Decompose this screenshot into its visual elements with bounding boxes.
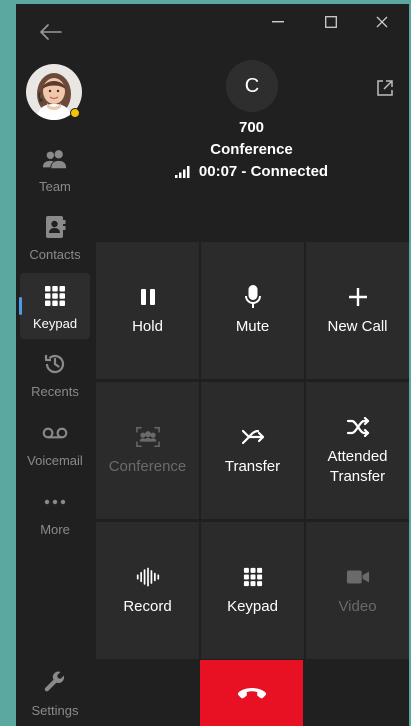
popout-button[interactable] (375, 78, 395, 98)
transfer-button[interactable]: Transfer (201, 382, 304, 519)
sidebar-item-contacts[interactable]: Contacts (16, 210, 94, 270)
video-icon (346, 565, 370, 589)
call-number: 700 (238, 119, 265, 136)
active-indicator (19, 297, 22, 315)
close-button[interactable] (369, 12, 395, 32)
attended-transfer-button[interactable]: Attended Transfer (306, 382, 409, 519)
sidebar-item-recents[interactable]: Recents (16, 347, 94, 407)
sidebar-item-settings[interactable]: Settings (16, 666, 94, 726)
attended-transfer-icon (346, 415, 370, 439)
mute-button[interactable]: Mute (201, 242, 304, 379)
sidebar-item-keypad[interactable]: Keypad (16, 273, 94, 339)
sidebar-item-label: Team (39, 179, 71, 194)
voicemail-icon (42, 420, 68, 446)
sidebar-item-team[interactable]: Team (16, 142, 94, 202)
record-button[interactable]: Record (96, 522, 199, 659)
sidebar-item-label: Recents (31, 384, 79, 399)
back-arrow-icon (40, 24, 62, 40)
keypad-icon (241, 565, 265, 589)
call-controls-grid: Hold Mute New Call Conference Transfer A… (96, 242, 409, 660)
microphone-icon (241, 284, 265, 309)
keypad-icon (42, 283, 68, 309)
call-status: 00:07 - Connected (94, 163, 409, 180)
contacts-icon (42, 214, 68, 240)
wrench-icon (42, 670, 68, 696)
presence-indicator (70, 108, 80, 118)
back-button[interactable] (36, 20, 66, 44)
sidebar-item-label: Contacts (29, 247, 81, 262)
conference-button[interactable]: Conference (96, 382, 199, 519)
sidebar: Team Contacts Keypad Recents Voicemail M… (16, 4, 94, 726)
team-icon (42, 146, 68, 172)
pause-icon (136, 285, 160, 309)
minimize-button[interactable] (265, 12, 291, 32)
close-icon (376, 16, 388, 28)
hang-up-icon (237, 688, 266, 699)
hang-up-button[interactable] (200, 660, 303, 726)
sidebar-item-label: More (40, 522, 70, 537)
record-icon (136, 565, 160, 589)
popout-icon (377, 80, 393, 96)
transfer-icon (241, 425, 265, 449)
softphone-window: Team Contacts Keypad Recents Voicemail M… (16, 4, 409, 726)
call-duration-status: 00:07 - Connected (198, 163, 329, 180)
sidebar-item-label: Voicemail (27, 453, 83, 468)
bottom-bar (94, 660, 409, 726)
conference-icon (135, 425, 160, 449)
minimize-icon (272, 21, 284, 23)
maximize-button[interactable] (318, 12, 344, 32)
keypad-button[interactable]: Keypad (201, 522, 304, 659)
sidebar-item-more[interactable]: More (16, 485, 94, 545)
sidebar-item-voicemail[interactable]: Voicemail (16, 416, 94, 476)
contact-initial: C (226, 60, 278, 112)
sidebar-item-label: Keypad (32, 316, 78, 331)
maximize-icon (325, 16, 337, 28)
hold-button[interactable]: Hold (96, 242, 199, 379)
more-icon (42, 489, 68, 515)
call-name: Conference (210, 141, 293, 158)
video-button[interactable]: Video (306, 522, 409, 659)
recents-icon (42, 351, 68, 377)
signal-icon (174, 165, 190, 178)
plus-icon (346, 285, 370, 309)
new-call-button[interactable]: New Call (306, 242, 409, 379)
avatar[interactable] (26, 64, 82, 120)
call-header: C 700 Conference 00:07 - Connected (94, 4, 409, 242)
sidebar-item-label: Settings (31, 703, 79, 718)
